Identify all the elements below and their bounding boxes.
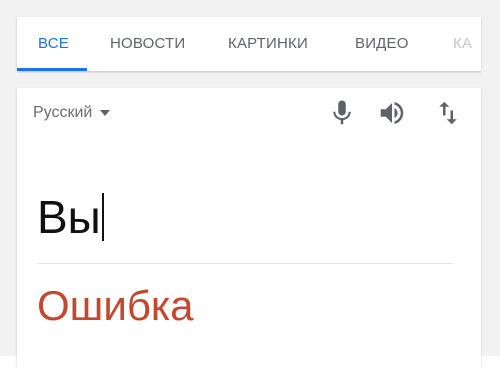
- text-cursor: [101, 193, 104, 241]
- search-tabs-bar: ВСЕ НОВОСТИ КАРТИНКИ ВИДЕО КА: [17, 17, 481, 71]
- active-tab-indicator: [17, 68, 87, 71]
- tab-news-label: НОВОСТИ: [110, 35, 186, 52]
- divider: [37, 263, 453, 264]
- dropdown-caret-icon: [100, 109, 111, 116]
- source-text-value: Вы: [37, 191, 101, 243]
- swap-languages-icon[interactable]: [433, 98, 463, 128]
- tab-news[interactable]: НОВОСТИ: [110, 17, 185, 71]
- tab-all[interactable]: ВСЕ: [38, 17, 69, 71]
- tab-all-label: ВСЕ: [38, 35, 69, 52]
- tab-video[interactable]: ВИДЕО: [355, 17, 409, 71]
- source-language-select[interactable]: Русский: [33, 104, 111, 122]
- tab-images[interactable]: КАРТИНКИ: [228, 17, 308, 71]
- tab-maps-label: КА: [453, 35, 473, 52]
- tab-video-label: ВИДЕО: [355, 35, 409, 52]
- translation-result: Ошибка: [37, 282, 194, 329]
- tab-images-label: КАРТИНКИ: [228, 35, 308, 52]
- source-text-input[interactable]: Вы: [37, 188, 104, 246]
- tab-maps[interactable]: КА: [453, 17, 472, 71]
- translate-card: Русский Вы Ошибка: [17, 88, 481, 368]
- source-language-label: Русский: [33, 104, 93, 121]
- microphone-icon[interactable]: [327, 98, 357, 128]
- speaker-icon[interactable]: [377, 98, 407, 128]
